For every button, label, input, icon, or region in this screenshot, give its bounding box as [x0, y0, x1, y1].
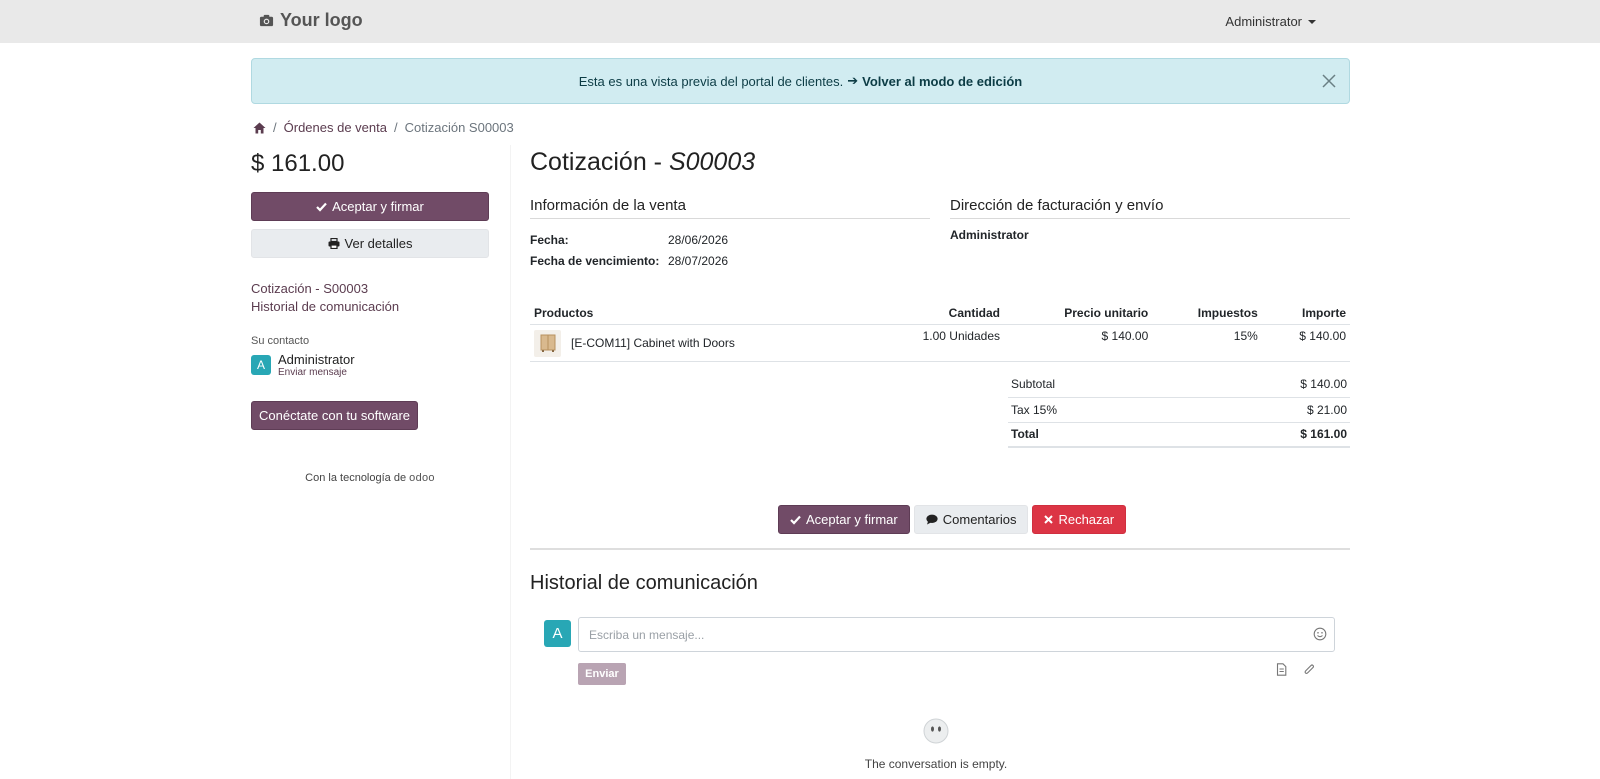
product-image [534, 329, 561, 357]
sidebar-accept-sign-button[interactable]: Aceptar y firmar [251, 192, 489, 221]
contact-card: A Administrator Enviar mensaje [251, 352, 355, 378]
sidebar-nav-quotation[interactable]: Cotización - S00003 [251, 280, 399, 298]
sidebar-nav: Cotización - S00003 Historial de comunic… [251, 280, 399, 316]
tax-value: $ 21.00 [1177, 397, 1350, 423]
date-row: Fecha: 28/06/2026 [530, 233, 728, 247]
message-input[interactable] [578, 617, 1335, 652]
billing-name: Administrator [950, 228, 1029, 242]
product-name: [E-COM11] Cabinet with Doors [571, 336, 735, 350]
totals-table: Subtotal $ 140.00 Tax 15% $ 21.00 Total … [1008, 372, 1350, 448]
reject-label: Rechazar [1058, 512, 1115, 527]
col-products: Productos [530, 302, 867, 325]
table-header-row: Productos Cantidad Precio unitario Impue… [530, 302, 1350, 325]
send-message-link[interactable]: Enviar mensaje [278, 367, 355, 378]
send-button[interactable]: Enviar [578, 663, 626, 685]
breadcrumb-separator: / [273, 120, 277, 135]
col-amount: Importe [1261, 302, 1350, 325]
breadcrumb-separator: / [393, 120, 398, 135]
user-name: Administrator [1225, 14, 1302, 29]
brand-logo[interactable]: Your logo [259, 10, 363, 31]
product-unit-price: $ 140.00 [1004, 324, 1153, 362]
main-content: Cotización - S00003 Información de la ve… [530, 145, 1350, 771]
paperclip-icon[interactable] [1303, 663, 1316, 676]
user-menu-dropdown[interactable]: Administrator [1225, 14, 1316, 29]
emoji-icon[interactable] [1313, 627, 1327, 641]
subtotal-label: Subtotal [1008, 372, 1178, 398]
top-navbar: Your logo Administrator [0, 0, 1600, 43]
table-row: [E-COM11] Cabinet with Doors 1.00 Unidad… [530, 324, 1350, 362]
action-buttons: Aceptar y firmar Comentarios Rechazar [778, 505, 1127, 534]
page-title: Cotización - S00003 [530, 148, 1350, 177]
times-icon [1044, 515, 1054, 524]
due-date-value: 28/07/2026 [668, 254, 729, 268]
sidebar-total: $ 161.00 [251, 150, 345, 177]
accept-sign-button[interactable]: Aceptar y firmar [778, 505, 910, 534]
caret-down-icon [1308, 19, 1316, 24]
col-taxes: Impuestos [1152, 302, 1262, 325]
subtotal-row: Subtotal $ 140.00 [1008, 372, 1350, 398]
sidebar-nav-history[interactable]: Historial de comunicación [251, 298, 399, 316]
product-cell: [E-COM11] Cabinet with Doors [530, 324, 867, 362]
reject-button[interactable]: Rechazar [1032, 505, 1127, 534]
product-qty: 1.00 Unidades [866, 324, 1004, 362]
history-title: Historial de comunicación [530, 572, 758, 594]
view-details-label: Ver detalles [344, 236, 413, 251]
product-taxes: 15% [1152, 324, 1262, 362]
total-label: Total [1008, 422, 1178, 448]
accept-sign-label: Aceptar y firmar [806, 512, 898, 527]
sidebar-accept-label: Aceptar y firmar [332, 199, 424, 214]
sales-info: Fecha: 28/06/2026 Fecha de vencimiento: … [530, 233, 728, 275]
section-divider [530, 548, 1350, 550]
sidebar: $ 161.00 Aceptar y firmar Ver detalles C… [251, 145, 489, 484]
due-date-row: Fecha de vencimiento: 28/07/2026 [530, 254, 728, 268]
powered-text: Con la tecnología de [305, 472, 407, 484]
contact-label: Su contacto [251, 335, 310, 347]
home-icon[interactable] [253, 122, 266, 134]
odoo-logo[interactable]: odoo [409, 472, 435, 484]
product-amount: $ 140.00 [1261, 324, 1350, 362]
empty-face-icon [923, 718, 949, 744]
avatar: A [251, 355, 271, 375]
products-table: Productos Cantidad Precio unitario Impue… [530, 302, 1350, 362]
tax-label: Tax 15% [1008, 397, 1178, 423]
title-ref: S00003 [668, 148, 756, 176]
title-prefix: Cotización - [530, 148, 662, 176]
powered-by: Con la tecnología de odoo [251, 472, 489, 484]
comment-icon [926, 514, 938, 525]
col-unit-price: Precio unitario [1004, 302, 1153, 325]
empty-conversation-text: The conversation is empty. [864, 757, 1008, 771]
date-label: Fecha: [530, 233, 569, 247]
contact-name: Administrator [278, 352, 355, 367]
view-details-button[interactable]: Ver detalles [251, 229, 489, 258]
col-quantity: Cantidad [866, 302, 1004, 325]
camera-icon [259, 14, 274, 27]
column-divider [510, 145, 511, 779]
close-icon[interactable] [1321, 73, 1337, 89]
comments-button[interactable]: Comentarios [913, 505, 1029, 534]
date-value: 28/06/2026 [668, 233, 729, 247]
billing-heading: Dirección de facturación y envío [950, 197, 1350, 219]
breadcrumb-current: Cotización S00003 [404, 120, 514, 135]
preview-alert: Esta es una vista previa del portal de c… [251, 58, 1350, 104]
sales-info-heading: Información de la venta [530, 197, 930, 219]
back-to-edit-link[interactable]: Volver al modo de edición [862, 74, 1022, 89]
document-icon[interactable] [1275, 663, 1288, 676]
logo-text: Your logo [280, 10, 363, 30]
connect-software-button[interactable]: Conéctate con tu software [251, 401, 418, 430]
due-date-label: Fecha de vencimiento: [530, 254, 660, 268]
check-icon [316, 202, 327, 212]
cabinet-icon [540, 334, 555, 352]
total-value: $ 161.00 [1177, 422, 1350, 448]
check-icon [790, 515, 801, 525]
comments-label: Comentarios [942, 512, 1017, 527]
breadcrumb-orders-link[interactable]: Órdenes de venta [284, 120, 387, 135]
arrow-icon: ➔ [847, 73, 859, 88]
avatar: A [544, 620, 571, 647]
subtotal-value: $ 140.00 [1177, 372, 1350, 398]
print-icon [328, 238, 340, 249]
alert-message: Esta es una vista previa del portal de c… [578, 73, 844, 89]
breadcrumb: / Órdenes de venta / Cotización S00003 [253, 120, 514, 135]
tax-row: Tax 15% $ 21.00 [1008, 397, 1350, 423]
total-row: Total $ 161.00 [1008, 422, 1350, 448]
